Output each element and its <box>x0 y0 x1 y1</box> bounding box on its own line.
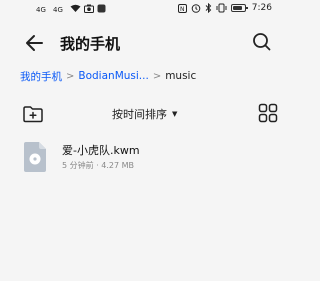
sort-label: 按时间排序 <box>112 108 167 121</box>
signal-4g-icon: 4G <box>53 6 63 13</box>
wifi-icon <box>70 4 81 12</box>
file-name: 爱-小虎队.kwm <box>62 144 140 157</box>
svg-text:N: N <box>180 6 185 13</box>
signal-label-1: 4G <box>36 6 46 13</box>
breadcrumb: 我的手机 > BodianMusi... > music <box>20 67 196 85</box>
header: 我的手机 <box>0 22 286 62</box>
app-icon <box>97 4 106 13</box>
status-time: 7:26 <box>251 3 272 13</box>
chevron-right-icon: > <box>152 70 162 82</box>
search-icon[interactable] <box>250 30 274 54</box>
breadcrumb-item-bodianmusic[interactable]: BodianMusi... <box>78 70 148 82</box>
status-left: 4G 4G <box>36 4 106 13</box>
sort-dropdown[interactable]: 按时间排序 ▼ <box>112 106 177 122</box>
status-right: N 7:26 <box>177 3 272 13</box>
audio-file-icon <box>24 142 46 172</box>
nfc-icon: N <box>177 3 187 13</box>
chevron-right-icon: > <box>66 70 75 82</box>
bluetooth-icon <box>205 3 211 13</box>
signal-4g-icon: 4G <box>36 6 46 13</box>
signal-label-2: 4G <box>53 6 63 13</box>
alarm-icon <box>191 4 201 13</box>
caret-down-icon: ▼ <box>172 110 178 118</box>
vibrate-icon <box>216 3 227 13</box>
back-arrow-icon[interactable] <box>22 30 48 56</box>
status-bar: 4G 4G N 7:26 <box>0 0 286 18</box>
file-list-item[interactable]: 爱-小虎队.kwm 5 分钟前 · 4.27 MB <box>0 138 286 178</box>
grid-view-icon[interactable] <box>258 103 278 123</box>
camera-icon <box>84 4 94 13</box>
breadcrumb-item-my-phone[interactable]: 我的手机 <box>20 69 62 84</box>
toolbar: 按时间排序 ▼ <box>0 100 286 128</box>
battery-icon <box>230 4 248 12</box>
file-meta: 5 分钟前 · 4.27 MB <box>62 161 135 170</box>
add-folder-icon[interactable] <box>22 103 44 125</box>
breadcrumb-item-music: music <box>165 70 197 82</box>
page-title: 我的手机 <box>60 35 121 53</box>
